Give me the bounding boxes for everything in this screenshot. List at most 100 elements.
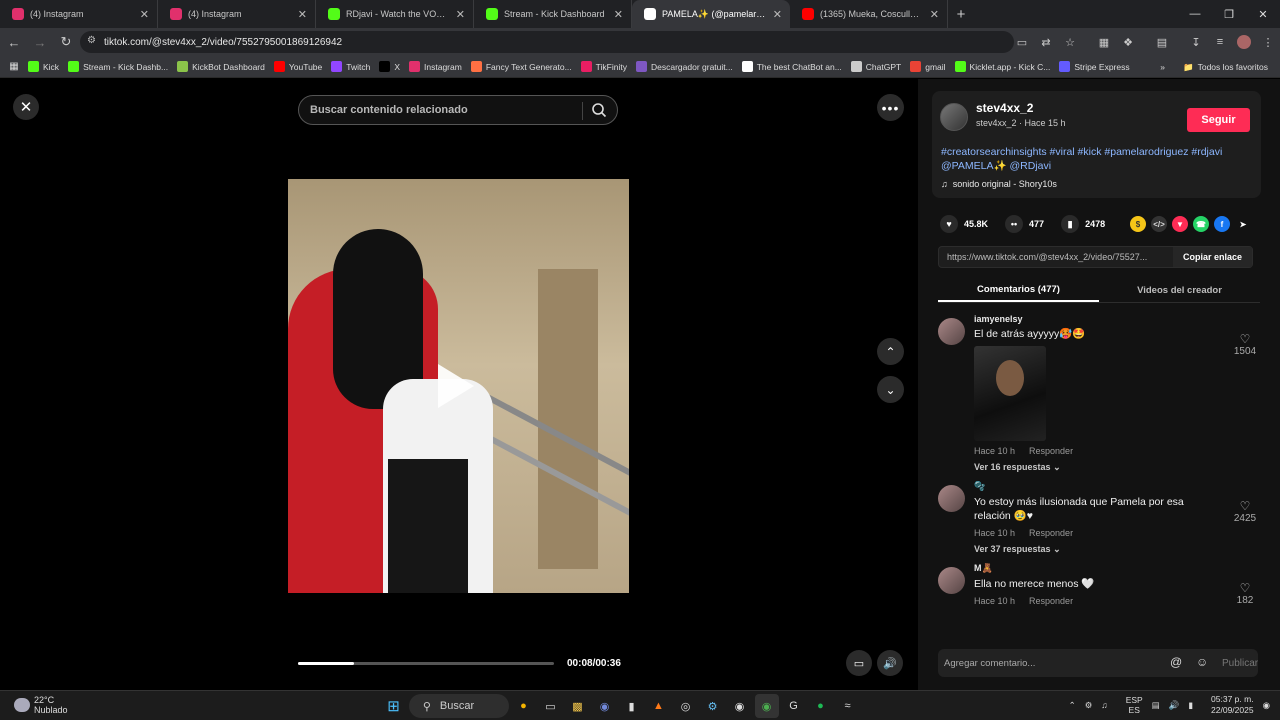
minimize-icon[interactable]: — xyxy=(1178,0,1212,28)
close-tab-icon[interactable]: ✕ xyxy=(930,8,939,21)
reply-button[interactable]: Responder xyxy=(1029,596,1073,606)
sidepanel-icon[interactable]: ▤ xyxy=(1150,30,1174,54)
tab-search-icon[interactable]: ≡ xyxy=(1208,30,1232,54)
download-icon[interactable]: ↧ xyxy=(1184,30,1208,54)
bookmark-item[interactable]: gmail xyxy=(910,61,946,72)
address-bar[interactable]: ⚙ tiktok.com/@stev4xx_2/video/7552795001… xyxy=(80,31,1014,53)
commenter-name[interactable]: 🫧 xyxy=(974,481,1260,492)
bookmark-star-icon[interactable]: ☆ xyxy=(1058,30,1082,54)
bookmark-item[interactable]: ChatGPT xyxy=(850,61,901,72)
network-icon[interactable]: ▤ xyxy=(1152,700,1160,711)
commenter-name[interactable]: M🧸 xyxy=(974,563,1260,574)
app-circle-icon[interactable]: ◉ xyxy=(728,694,752,718)
new-tab-icon[interactable]: + xyxy=(948,0,974,28)
translate-icon[interactable]: ⇄ xyxy=(1034,30,1058,54)
discord-icon[interactable]: ◉ xyxy=(593,694,617,718)
close-video-button[interactable]: ✕ xyxy=(13,94,39,120)
follow-button[interactable]: Seguir xyxy=(1187,108,1250,132)
windows-start-icon[interactable]: ⊞ xyxy=(382,694,406,718)
sound-link[interactable]: ♫ sonido original - Shory10s xyxy=(941,179,1057,189)
apps-grid-icon[interactable]: ▦ xyxy=(0,61,28,72)
restore-icon[interactable]: ❐ xyxy=(1212,0,1246,28)
share-arrow-icon[interactable]: ➤ xyxy=(1235,216,1251,232)
forward-icon[interactable]: → xyxy=(28,30,52,54)
commenter-avatar[interactable] xyxy=(938,318,965,345)
search-icon[interactable] xyxy=(591,102,607,118)
steam-icon[interactable]: ⚙ xyxy=(701,694,725,718)
all-bookmarks[interactable]: Todos los favoritos xyxy=(1198,62,1268,72)
view-replies-button[interactable]: Ver 16 respuestas ⌄ xyxy=(974,462,1260,473)
install-icon[interactable]: ▭ xyxy=(1010,30,1034,54)
browser-tab[interactable]: Stream - Kick Dashboard ✕ xyxy=(474,0,632,28)
emoji-icon[interactable]: ☺ xyxy=(1196,655,1208,669)
comment-image[interactable] xyxy=(974,346,1046,441)
tab-creator-videos[interactable]: Videos del creador xyxy=(1099,279,1260,302)
close-window-icon[interactable]: ✕ xyxy=(1246,0,1280,28)
bookmark-item[interactable]: KickBot Dashboard xyxy=(177,61,265,72)
epic-games-icon[interactable]: ▮ xyxy=(620,694,644,718)
view-replies-button[interactable]: Ver 37 respuestas ⌄ xyxy=(974,544,1260,555)
publish-button[interactable]: Publicar xyxy=(1222,658,1258,669)
add-comment-input[interactable]: Agregar comentario... @ ☺ xyxy=(938,649,1258,677)
facebook-icon[interactable]: f xyxy=(1214,216,1230,232)
video-progress-bar[interactable] xyxy=(298,662,554,665)
apps-icon[interactable]: ▦ xyxy=(1092,30,1116,54)
spotify-icon[interactable]: ● xyxy=(809,694,833,718)
back-icon[interactable]: ← xyxy=(2,30,26,54)
clock[interactable]: 05:37 p. m. 22/09/2025 xyxy=(1202,694,1254,716)
bookmark-item[interactable]: X xyxy=(379,61,400,72)
send-friends-icon[interactable]: ▼ xyxy=(1172,216,1188,232)
commenter-name[interactable]: iamyenelsy xyxy=(974,314,1260,324)
app-wave-icon[interactable]: ≈ xyxy=(836,694,860,718)
obs-icon[interactable]: ◎ xyxy=(674,694,698,718)
embed-icon[interactable]: </> xyxy=(1151,216,1167,232)
reply-button[interactable]: Responder xyxy=(1029,446,1073,456)
comment-like-button[interactable]: ♡ 1504 xyxy=(1230,332,1260,357)
speaker-icon[interactable]: 🔊 xyxy=(1169,700,1180,711)
commenter-avatar[interactable] xyxy=(938,485,965,512)
like-button[interactable]: ♥ 45.8K xyxy=(940,215,988,233)
comment-like-button[interactable]: ♡ 182 xyxy=(1230,581,1260,606)
volume-button[interactable]: 🔊 xyxy=(877,650,903,676)
chrome-icon[interactable]: ◉ xyxy=(754,694,779,718)
play-icon[interactable] xyxy=(438,364,474,408)
mention-icon[interactable]: @ xyxy=(1170,655,1182,669)
next-video-button[interactable]: ⌄ xyxy=(877,376,904,403)
menu-icon[interactable]: ⋮ xyxy=(1256,30,1280,54)
video-player[interactable] xyxy=(288,179,629,593)
notification-icon[interactable]: ◉ xyxy=(1263,700,1270,711)
bookmark-item[interactable]: Stream - Kick Dashb... xyxy=(68,61,168,72)
browser-tab[interactable]: RDjavi - Watch the VOD on Kick ✕ xyxy=(316,0,474,28)
more-options-button[interactable]: ••• xyxy=(877,94,904,121)
pip-button[interactable]: ▭ xyxy=(846,650,872,676)
task-view-icon[interactable]: ▭ xyxy=(539,694,563,718)
browser-tab[interactable]: (4) Instagram ✕ xyxy=(158,0,316,28)
previous-video-button[interactable]: ⌃ xyxy=(877,338,904,365)
more-bookmarks-icon[interactable]: » xyxy=(1160,62,1165,72)
weather-widget[interactable]: 22°C Nublado xyxy=(14,695,68,715)
comment-like-button[interactable]: ♡ 2425 xyxy=(1230,499,1260,524)
bookmark-item[interactable]: Twitch xyxy=(331,61,370,72)
coin-icon[interactable]: $ xyxy=(1130,216,1146,232)
reply-button[interactable]: Responder xyxy=(1029,528,1073,538)
file-explorer-icon[interactable]: ▩ xyxy=(566,694,590,718)
mic-icon[interactable]: ♫ xyxy=(1101,700,1107,710)
bookmark-item[interactable]: Stripe Express xyxy=(1059,61,1130,72)
language-indicator[interactable]: ESP ES xyxy=(1117,695,1143,715)
app-g-icon[interactable]: G xyxy=(782,694,806,718)
extensions-icon[interactable]: ❖ xyxy=(1116,30,1140,54)
tray-app-icon[interactable]: ⚙ xyxy=(1085,700,1093,711)
tray-chevron-icon[interactable]: ⌃ xyxy=(1069,700,1076,711)
widgets-icon[interactable]: ● xyxy=(512,694,536,718)
browser-tab[interactable]: PAMELA✨ (@pamelarodriguez ✕ xyxy=(632,0,790,28)
battery-icon[interactable]: ▮ xyxy=(1188,700,1193,711)
whatsapp-icon[interactable]: ☎ xyxy=(1193,216,1209,232)
bookmark-item[interactable]: TikFinity xyxy=(580,61,627,72)
creator-username[interactable]: stev4xx_2 xyxy=(976,101,1033,115)
reload-icon[interactable]: ↻ xyxy=(54,30,78,54)
taskbar-search[interactable]: ⚲ Buscar xyxy=(408,694,509,718)
bookmark-item[interactable]: Fancy Text Generato... xyxy=(470,61,572,72)
bookmark-item[interactable]: Kick xyxy=(28,61,59,72)
post-caption[interactable]: #creatorsearchinsights #viral #kick #pam… xyxy=(941,145,1241,173)
commenter-avatar[interactable] xyxy=(938,567,965,594)
